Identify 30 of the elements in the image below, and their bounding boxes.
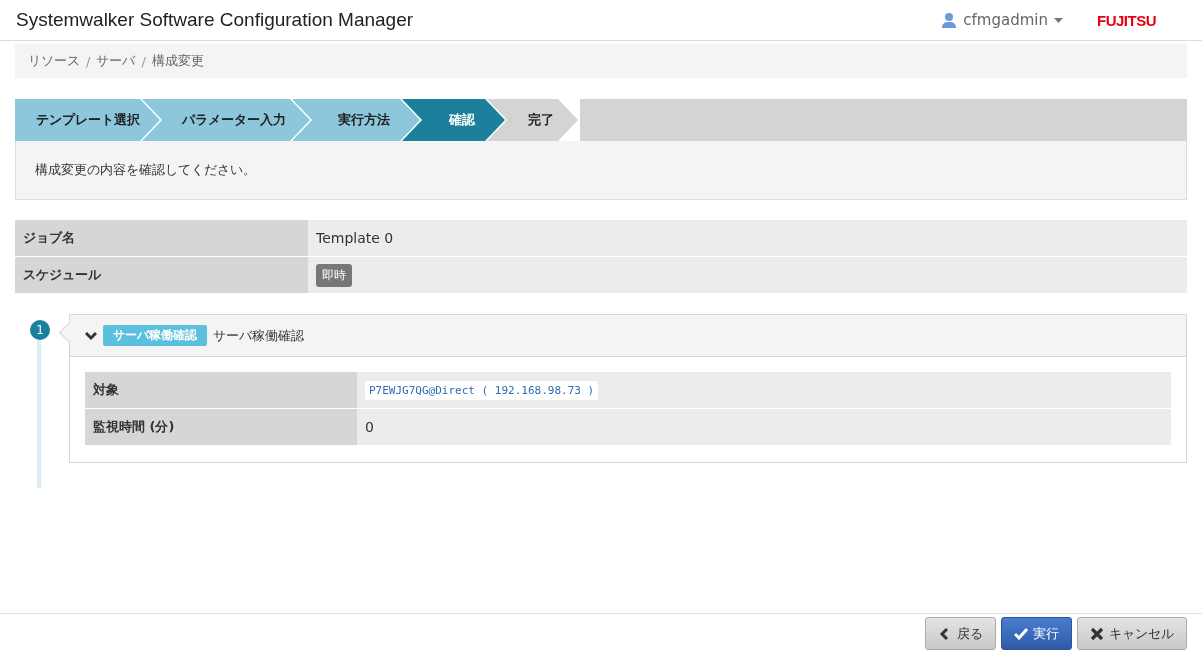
user-menu[interactable]: cfmgadmin	[963, 11, 1048, 29]
breadcrumb-separator: /	[86, 53, 91, 69]
schedule-badge: 即時	[316, 263, 352, 287]
chevron-down-icon	[85, 330, 97, 341]
run-button[interactable]: 実行	[1001, 617, 1072, 650]
field-value: 0	[365, 419, 374, 435]
cancel-button[interactable]: キャンセル	[1077, 617, 1187, 650]
breadcrumb-item[interactable]: リソース	[28, 52, 80, 70]
breadcrumb-item[interactable]: サーバ	[96, 52, 136, 70]
collapse-toggle[interactable]	[85, 330, 97, 341]
caret-icon[interactable]	[1054, 17, 1063, 23]
step-number: 1	[30, 320, 50, 340]
user-icon	[941, 12, 958, 28]
company-logo: FUJITSU	[1097, 11, 1156, 29]
target-value: P7EWJG7QG@Direct ( 192.168.98.73 )	[365, 380, 599, 400]
breadcrumb-separator: /	[141, 53, 146, 69]
instruction-text: 構成変更の内容を確認してください。	[15, 141, 1187, 200]
field-label: スケジュール	[15, 257, 308, 293]
breadcrumb-item: 構成変更	[151, 52, 204, 70]
back-button[interactable]: 戻る	[925, 617, 996, 650]
field-value: Template 0	[316, 230, 394, 246]
check-icon	[1014, 626, 1028, 641]
close-icon	[1090, 626, 1104, 641]
wizard-step: テンプレート選択	[15, 99, 160, 141]
app-title: Systemwalker Software Configuration Manager	[16, 9, 415, 31]
task-title: サーバ稼働確認	[213, 326, 304, 345]
field-label: 対象	[85, 372, 357, 408]
task-tag: サーバ稼働確認	[103, 325, 207, 346]
field-label: ジョブ名	[15, 220, 308, 256]
field-label: 監視時間 (分)	[85, 409, 357, 445]
